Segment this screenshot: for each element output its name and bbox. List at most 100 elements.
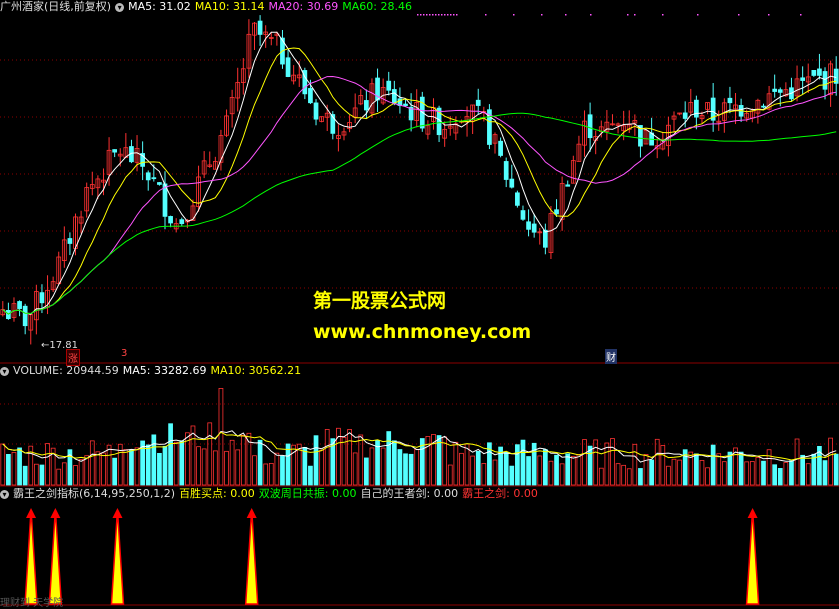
volume-bar [252,455,257,486]
volume-bar [666,465,671,486]
candle-body [682,112,688,119]
candle-body [587,114,593,139]
volume-bar [39,464,45,486]
volume-bar [805,463,811,486]
signal-arrow-4 [747,508,758,518]
volume-bar [257,439,263,486]
candle-body [520,210,526,220]
event-tag-cai[interactable]: 财 [605,349,617,364]
volume-bar [526,456,531,486]
volume-bar [319,449,324,486]
volume-bar [201,448,207,486]
volume-bar [710,444,716,486]
ma10-line [2,47,837,315]
header-dot [435,14,437,16]
volume-bar [503,451,509,486]
volume-bar [649,459,654,486]
volume-bar [509,465,515,486]
volume-bar [403,453,408,486]
volume-bar [6,454,11,486]
volume-bar [162,445,168,486]
volume-bar [447,464,453,486]
candle-body [542,229,548,248]
header-dot [447,14,449,16]
volume-bar [157,452,162,486]
candle-body [313,102,319,120]
candle-body [475,99,481,106]
signal-arrow-3 [246,508,257,518]
candle-body [777,89,783,93]
candle-body [22,305,28,327]
volume-bar [224,450,229,486]
volume-bar [621,464,627,486]
volume-bar [548,460,554,486]
volume-bar [229,439,235,486]
volume-bar [0,443,6,486]
volume-bar [593,439,599,486]
volume-bar [246,432,252,486]
header-dot [800,14,802,16]
volume-bar [643,454,649,486]
header-dot [450,14,452,16]
volume-bar [22,465,28,486]
candle-body [285,57,291,77]
volume-bar [212,450,218,486]
volume-bar [207,422,213,486]
volume-bar [749,461,755,486]
dropdown-icon[interactable]: ▾ [0,489,9,499]
watermark-title: 第一股票公式网 [313,290,447,312]
volume-bar [453,441,459,486]
volume-bar [347,429,352,486]
volume-bar [554,454,559,486]
candle-body [694,99,699,118]
volume-bar [660,445,666,486]
volume-bar [129,449,134,486]
volume-bar [515,444,520,486]
volume-bar [268,462,274,486]
volume-bar [520,439,526,486]
candle-body [498,140,503,156]
volume-bar [391,440,397,486]
indicator-item3: 自己的王者剑: 0.00 [360,487,459,500]
header-dot [417,14,419,16]
volume-bar [565,453,571,486]
volume-bar [134,447,140,486]
volume-bar [218,387,224,486]
dropdown-icon[interactable]: ▾ [115,2,125,12]
header-dot [432,14,434,16]
header-dot [634,14,636,16]
volume-bar [604,442,610,486]
dropdown-icon[interactable]: ▾ [0,366,9,376]
volume-bar [240,434,246,486]
volume-bar [632,443,638,486]
volume-bar [196,446,201,486]
volume-bar [694,453,699,486]
volume-bar [783,462,789,486]
volume-bar [168,423,173,486]
stock-name[interactable]: 广州酒家(日线,前复权) [0,0,111,13]
signal-arrow-2 [112,508,123,518]
ma10-label: MA10: 31.14 [194,0,265,13]
header-dot [423,14,425,16]
volume-bar [414,448,420,486]
indicator-item4: 霸王之剑: 0.00 [462,487,538,500]
event-tag-3[interactable]: 3 [121,348,127,359]
candle-body [727,97,733,104]
volume-bar [263,463,269,486]
candle-body [565,184,571,187]
candle-body [811,70,817,76]
watermark-url: www.chnmoney.com [313,321,532,343]
volume-bar [179,440,185,486]
event-tag-zhang[interactable]: 涨 [66,349,80,366]
volume-bar [542,449,548,486]
candle-body [509,178,515,188]
volume-bar [615,463,621,486]
volume-bar [274,452,280,486]
candle-body [168,216,173,224]
candle-body [145,172,151,181]
candle-body [515,192,520,206]
volume-bar [112,457,118,486]
volume-bar [459,452,464,486]
volume-bar [475,451,481,486]
volume-bar [721,461,727,486]
